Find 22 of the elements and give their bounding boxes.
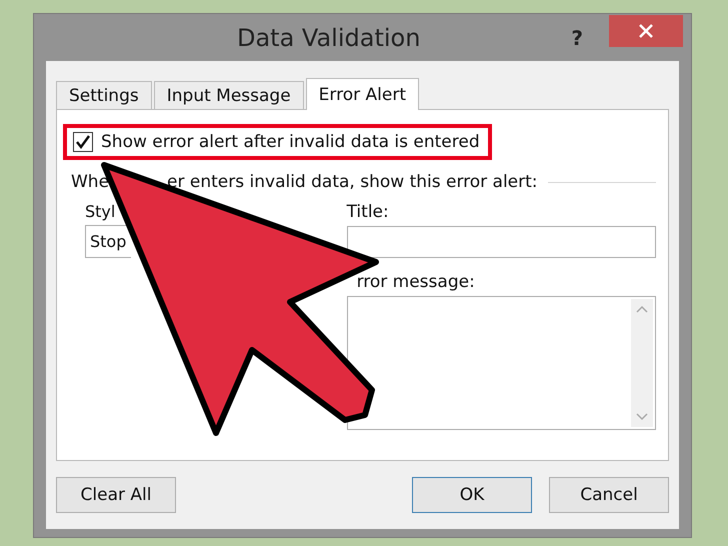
cancel-button[interactable]: Cancel xyxy=(549,477,669,513)
up-icon[interactable] xyxy=(636,305,648,313)
checkbox[interactable] xyxy=(73,132,93,152)
down-icon[interactable] xyxy=(636,413,648,421)
tab[interactable]: Error Alert xyxy=(306,78,419,110)
close-icon xyxy=(638,22,654,38)
help-button[interactable]: ? xyxy=(571,26,583,50)
message-field[interactable] xyxy=(346,296,656,430)
scrollbar[interactable] xyxy=(631,299,653,427)
checkbox-label: Show error alert after invalid data is entered xyxy=(101,132,480,152)
style-label: Styl xyxy=(85,202,116,221)
style-dropdown[interactable]: Stop xyxy=(85,225,131,258)
tab[interactable]: Settings xyxy=(56,81,152,109)
title-field[interactable] xyxy=(346,226,656,258)
ok-button[interactable]: OK xyxy=(412,477,532,513)
window-title: Data Validation xyxy=(236,24,422,52)
clear-all-button[interactable]: Clear All xyxy=(56,477,176,513)
tab[interactable]: Input Message xyxy=(154,81,304,109)
message-label: rror message: xyxy=(356,272,476,292)
group-label: Whe xyxy=(71,172,110,192)
close-button[interactable] xyxy=(609,14,683,46)
title-label: Title: xyxy=(346,202,390,222)
